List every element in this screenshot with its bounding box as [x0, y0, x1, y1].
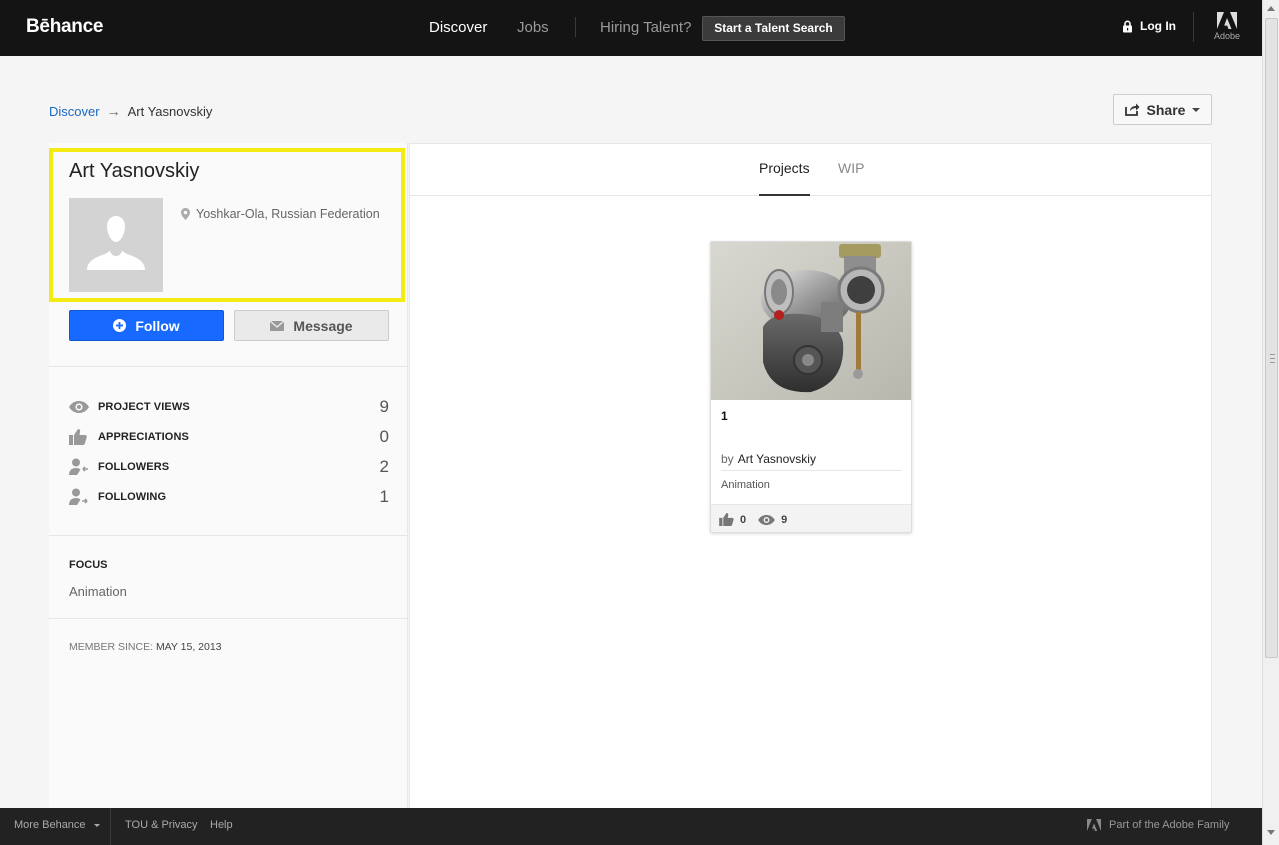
project-field-link[interactable]: Animation — [721, 479, 770, 491]
project-title[interactable]: 1 — [721, 409, 728, 423]
card-divider — [721, 470, 902, 471]
tou-privacy-link[interactable]: TOU & Privacy — [125, 819, 198, 831]
tab-wip[interactable]: WIP — [838, 160, 864, 176]
adobe-logo-icon — [1087, 819, 1101, 831]
adobe-link[interactable]: Adobe — [1212, 12, 1242, 41]
focus-value-link[interactable]: Animation — [69, 584, 127, 599]
login-label: Log In — [1140, 19, 1176, 33]
top-nav-bar: Bēhance Discover Jobs Hiring Talent? Sta… — [0, 0, 1262, 56]
stat-value: 1 — [379, 487, 389, 506]
nav-divider — [575, 17, 576, 37]
share-button[interactable]: Share — [1113, 94, 1212, 125]
member-since: MEMBER SINCE: MAY 15, 2013 — [69, 641, 222, 653]
eye-icon — [69, 401, 89, 413]
focus-label: FOCUS — [69, 559, 108, 571]
adobe-divider — [1193, 12, 1194, 42]
stat-value: 2 — [379, 457, 389, 476]
share-icon — [1124, 103, 1140, 116]
scroll-down-arrow-icon[interactable] — [1267, 830, 1275, 835]
stat-value: 9 — [379, 397, 389, 416]
sidebar-divider — [49, 618, 407, 619]
footer-divider — [110, 808, 111, 845]
stat-label: APPRECIATIONS — [98, 431, 189, 443]
profile-name: Art Yasnovskiy — [69, 160, 200, 182]
breadcrumb: Discover → Art Yasnovskiy — [49, 103, 212, 119]
chevron-down-icon — [1192, 107, 1201, 112]
adobe-logo-icon — [1217, 12, 1237, 29]
adobe-label: Adobe — [1213, 31, 1241, 41]
project-stats: 0 9 — [711, 504, 911, 532]
turbocharger-image — [711, 242, 911, 400]
behance-logo[interactable]: Bēhance — [26, 16, 103, 38]
followers-icon — [69, 458, 88, 475]
sidebar-divider — [49, 366, 407, 367]
breadcrumb-arrow-icon: → — [106, 103, 121, 119]
stat-label: FOLLOWERS — [98, 461, 170, 473]
breadcrumb-current: Art Yasnovskiy — [127, 103, 213, 119]
footer: More Behance TOU & Privacy Help Part of … — [0, 808, 1262, 845]
stat-project-views: PROJECT VIEWS 9 — [69, 397, 389, 417]
project-card[interactable]: 1 by Art Yasnovskiy Animation 0 9 — [710, 241, 912, 533]
stat-following: FOLLOWING 1 — [69, 487, 389, 507]
member-since-label: MEMBER SINCE: — [69, 641, 154, 653]
stat-followers: FOLLOWERS 2 — [69, 457, 389, 477]
share-label: Share — [1146, 101, 1186, 118]
project-appreciations-count: 0 — [740, 513, 747, 526]
project-thumbnail[interactable] — [711, 242, 911, 400]
map-pin-icon — [181, 208, 190, 220]
profile-location: Yoshkar-Ola, Russian Federation — [181, 207, 380, 221]
scroll-up-arrow-icon[interactable] — [1267, 6, 1275, 11]
message-label: Message — [293, 317, 353, 334]
plus-circle-icon — [113, 319, 127, 332]
page-scrollbar[interactable] — [1262, 0, 1279, 845]
default-avatar-icon — [69, 198, 163, 292]
member-since-date: MAY 15, 2013 — [155, 641, 222, 653]
project-owner-link[interactable]: Art Yasnovskiy — [738, 452, 816, 466]
tabs-bar — [409, 143, 1212, 196]
stat-value: 0 — [379, 427, 389, 446]
follow-button[interactable]: Follow — [69, 310, 224, 341]
active-tab-indicator — [759, 194, 810, 196]
project-byline: by Art Yasnovskiy — [721, 452, 816, 466]
scroll-thumb[interactable] — [1265, 18, 1278, 658]
chevron-down-icon — [93, 823, 100, 827]
sidebar-divider — [49, 535, 407, 536]
more-behance-menu[interactable]: More Behance — [14, 819, 100, 831]
project-views-count: 9 — [781, 513, 788, 526]
stat-appreciations: APPRECIATIONS 0 — [69, 427, 389, 447]
adobe-family-label: Part of the Adobe Family — [1109, 819, 1230, 831]
following-icon — [69, 488, 88, 505]
location-label: Yoshkar-Ola, Russian Federation — [196, 207, 380, 221]
stat-label: PROJECT VIEWS — [98, 401, 190, 413]
scroll-grip-icon — [1270, 354, 1275, 363]
follow-label: Follow — [135, 317, 180, 334]
byline-prefix: by — [721, 452, 734, 466]
start-talent-search-button[interactable]: Start a Talent Search — [702, 16, 845, 41]
breadcrumb-discover-link[interactable]: Discover — [49, 104, 100, 119]
nav-jobs-link[interactable]: Jobs — [517, 19, 549, 36]
eye-icon — [758, 514, 775, 525]
tab-projects[interactable]: Projects — [759, 160, 810, 176]
message-button[interactable]: Message — [234, 310, 389, 341]
thumbs-up-icon — [69, 429, 87, 445]
login-link[interactable]: Log In — [1122, 19, 1176, 33]
adobe-family-link[interactable]: Part of the Adobe Family — [1087, 819, 1229, 831]
envelope-icon — [270, 320, 285, 331]
nav-discover-link[interactable]: Discover — [429, 19, 487, 36]
thumbs-up-icon — [719, 513, 734, 526]
lock-icon — [1123, 20, 1132, 32]
more-behance-label: More Behance — [14, 819, 86, 831]
avatar[interactable] — [69, 198, 163, 292]
nav-hiring-talent-link[interactable]: Hiring Talent? — [600, 19, 691, 36]
stat-label: FOLLOWING — [98, 491, 167, 503]
help-link[interactable]: Help — [210, 819, 233, 831]
